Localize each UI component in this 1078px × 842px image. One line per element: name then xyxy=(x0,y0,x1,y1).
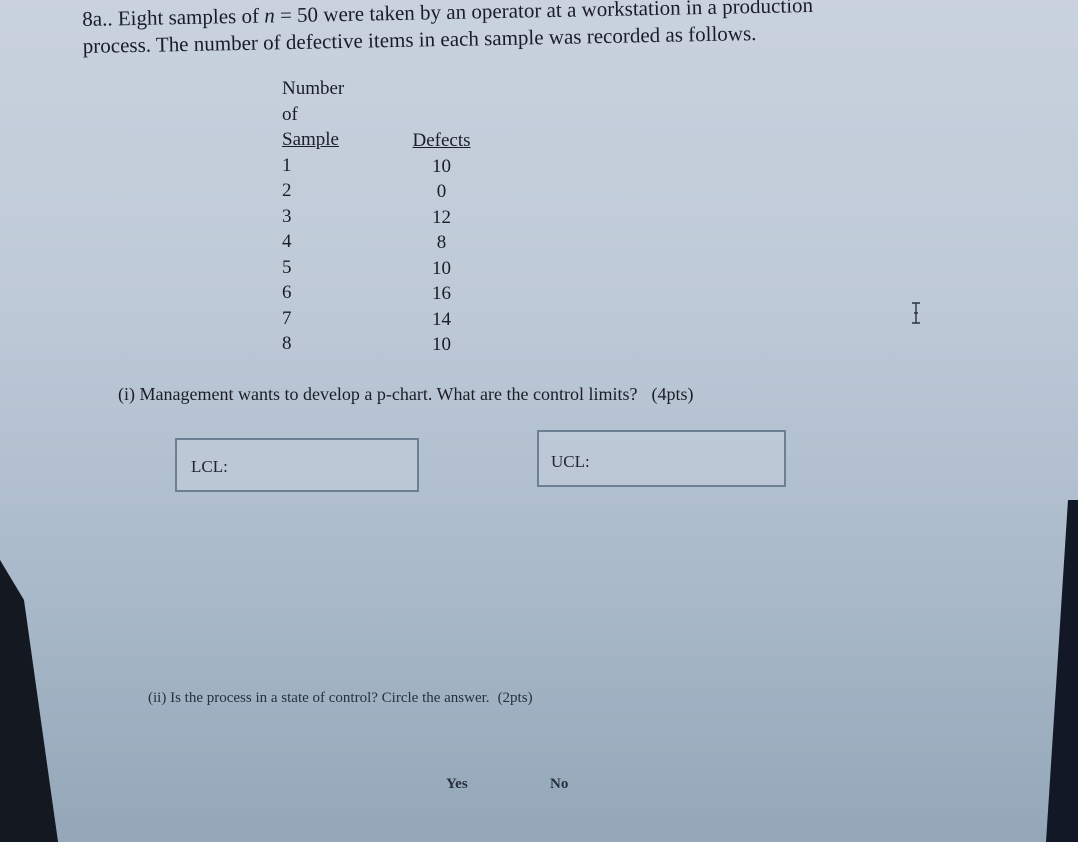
sample-cell: 5 xyxy=(282,256,292,278)
defects-cell: 10 xyxy=(432,155,451,177)
sample-cell: 7 xyxy=(282,307,292,329)
sample-header-1: Number xyxy=(282,78,345,99)
ucl-input[interactable]: UCL: xyxy=(537,430,786,487)
defects-cell: 12 xyxy=(432,206,451,228)
part-ii-points: (2pts) xyxy=(497,690,533,706)
answer-yes-option[interactable]: Yes xyxy=(446,776,468,793)
defects-cell: 8 xyxy=(436,232,447,253)
text-cursor-icon xyxy=(912,302,920,324)
sample-cell: 2 xyxy=(282,180,292,201)
lcl-input[interactable]: LCL: xyxy=(175,438,419,492)
sample-cell: 8 xyxy=(282,333,292,354)
question-number: 8a.. xyxy=(82,6,113,31)
part-i-text: (i) Management wants to develop a p-char… xyxy=(118,384,638,404)
ucl-label: UCL: xyxy=(551,452,590,471)
sample-column: Number of Sample 1 2 3 4 5 6 7 8 xyxy=(282,76,362,357)
defects-cell: 16 xyxy=(432,283,451,304)
defects-header: Defects xyxy=(412,130,471,151)
sample-header-2: of xyxy=(282,103,298,125)
intro-pre: Eight samples of xyxy=(117,3,265,31)
part-i-points: (4pts) xyxy=(651,384,694,404)
sample-cell: 1 xyxy=(282,154,292,176)
defects-cell: 10 xyxy=(432,257,451,279)
defects-column: Defects 10 0 12 8 10 16 14 10 xyxy=(404,128,479,358)
sample-cell: 6 xyxy=(282,282,292,303)
sample-cell: 3 xyxy=(282,205,292,227)
sample-cell: 4 xyxy=(282,231,292,252)
lcl-label: LCL: xyxy=(191,457,228,476)
defects-cell: 14 xyxy=(432,308,451,330)
sample-header-3: Sample xyxy=(282,129,339,150)
part-ii-question: (ii) Is the process in a state of contro… xyxy=(148,690,533,707)
answer-no-option[interactable]: No xyxy=(550,776,568,793)
monitor-screen xyxy=(0,0,1078,842)
defects-cell: 0 xyxy=(436,181,447,202)
part-i-question: (i) Management wants to develop a p-char… xyxy=(118,384,694,405)
defects-cell: 10 xyxy=(432,334,451,355)
part-ii-text: (ii) Is the process in a state of contro… xyxy=(148,690,490,706)
